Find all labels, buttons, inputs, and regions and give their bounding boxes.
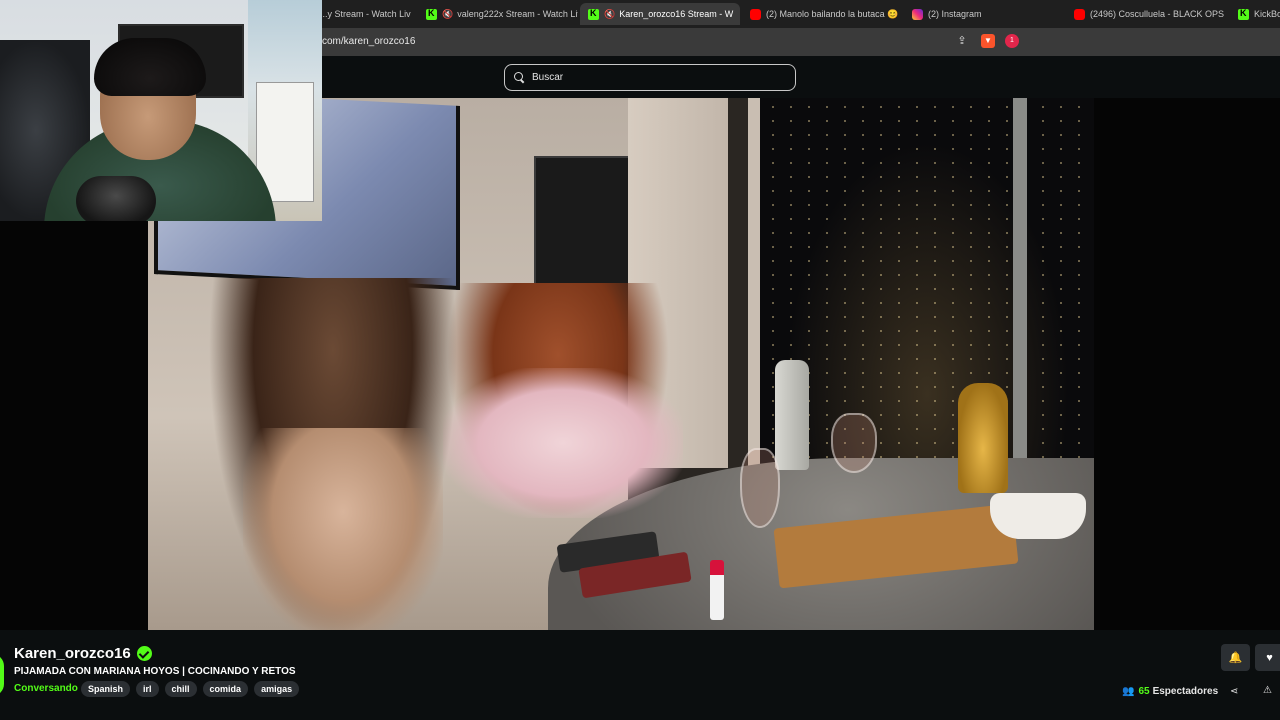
tag-chip[interactable]: Spanish [81,681,131,697]
viewers-icon: 👥 [1122,686,1135,697]
browser-tab[interactable]: (2) Manolo bailando la butaca 😊 [742,3,902,25]
stream-category[interactable]: Conversando [14,683,78,694]
instagram-icon [912,8,923,20]
youtube-icon [750,8,761,20]
webcam-person-hair [94,38,206,96]
browser-tab[interactable]: KickBo [1230,3,1280,25]
url-field[interactable]: com/karen_orozco16 [322,36,415,47]
notification-bell-button[interactable]: 🔔 [1221,644,1250,671]
browser-tab[interactable]: (2) Instagram [904,3,1064,25]
video-scene-city-window [760,98,1094,468]
share-icon[interactable]: ⇪ [955,34,969,48]
avatar[interactable] [0,654,4,696]
tag-chip[interactable]: irl [136,681,159,697]
video-scene-gold-statue [958,383,1008,493]
kick-icon [1238,8,1249,20]
youtube-icon [1074,8,1085,20]
tab-title: KickBo [1254,9,1280,19]
webcam-microphone [76,176,156,221]
video-scene-window-frame [1013,98,1027,478]
tab-title: valeng222x Stream - Watch Liv [457,9,578,19]
viewer-count: 👥 65 Espectadores [1122,686,1218,697]
mute-icon[interactable]: 🔇 [604,9,615,20]
share-icon[interactable]: ⋖ [1230,686,1238,697]
video-scene-person-pajamas [443,368,683,518]
browser-tab[interactable]: 🔇 valeng222x Stream - Watch Liv [418,3,578,25]
streamer-name-row: Karen_orozco16 [14,645,152,662]
video-scene-wine-glass [831,413,877,473]
tab-title: (2) Manolo bailando la butaca 😊 [766,8,899,19]
report-icon[interactable]: ⚠ [1263,685,1272,696]
video-scene-bottle [775,360,809,470]
kick-icon [588,8,599,20]
stream-tags: Spanish irl chill comida amigas [81,681,300,697]
heart-icon: ♥ [1266,651,1273,664]
kick-icon [426,8,437,20]
video-scene-lip-balm [710,560,724,620]
tab-title: ...y Stream - Watch Liv [320,9,411,19]
tab-title: Karen_orozco16 Stream - W [619,9,734,19]
brave-rewards-icon[interactable]: 1 [1005,34,1019,48]
search-box[interactable] [504,64,796,91]
tag-chip[interactable]: comida [202,681,249,697]
tab-title: (2) Instagram [928,9,982,19]
browser-tab-active[interactable]: 🔇 Karen_orozco16 Stream - W ✕ [580,3,740,25]
webcam-overlay [0,0,322,221]
brave-shield-icon[interactable]: ▼ [981,34,995,48]
stream-info-bar: Karen_orozco16 PIJAMADA CON MARIANA HOYO… [0,630,1280,720]
browser-tab[interactable]: (2496) Cosculluela - BLACK OPS - [1066,3,1226,25]
viewer-count-value: 65 [1138,686,1150,697]
stream-title: PIJAMADA CON MARIANA HOYOS | COCINANDO Y… [14,666,296,677]
verified-badge-icon [136,646,152,661]
search-icon [514,72,525,83]
tag-chip[interactable]: chill [164,681,197,697]
search-input[interactable] [532,72,782,83]
tag-chip[interactable]: amigas [254,681,300,697]
mute-icon[interactable]: 🔇 [442,9,453,20]
tab-title: (2496) Cosculluela - BLACK OPS - [1090,9,1226,19]
video-scene-bowl [990,493,1086,539]
viewer-count-label: Espectadores [1152,686,1219,697]
streamer-name[interactable]: Karen_orozco16 [14,645,131,662]
video-scene-person-body [243,428,443,630]
video-scene-wine-glass [740,448,780,528]
follow-button[interactable]: ♥ [1255,644,1280,671]
bell-icon: 🔔 [1228,652,1243,664]
